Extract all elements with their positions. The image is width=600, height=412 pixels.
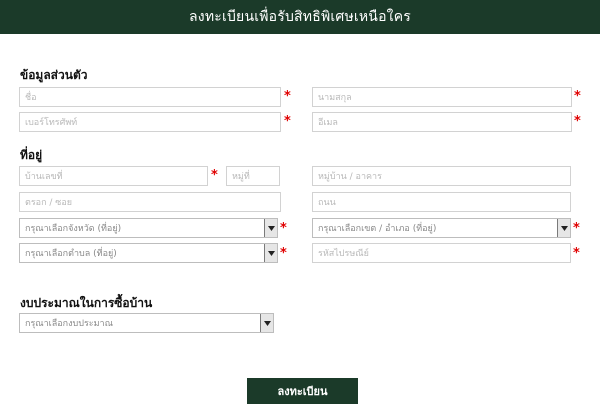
first-name-input[interactable]: ชื่อ <box>19 87 281 107</box>
page-title: ลงทะเบียนเพื่อรับสิทธิพิเศษเหนือใคร <box>189 9 411 25</box>
budget-select-value: กรุณาเลือกงบประมาณ <box>25 319 113 329</box>
address-heading: ที่อยู่ <box>20 148 43 162</box>
chevron-down-icon[interactable] <box>264 219 277 237</box>
personal-info-heading: ข้อมูลส่วนตัว <box>20 68 88 82</box>
chevron-down-icon[interactable] <box>260 314 273 332</box>
required-mark: * <box>284 114 291 129</box>
required-mark: * <box>573 246 580 261</box>
required-mark: * <box>280 221 287 236</box>
phone-input[interactable]: เบอร์โทรศัพท์ <box>19 112 281 132</box>
required-mark: * <box>211 168 218 183</box>
subdistrict-select-value: กรุณาเลือกตำบล (ที่อยู่) <box>25 249 117 259</box>
district-select[interactable]: กรุณาเลือกเขต / อำเภอ (ที่อยู่) <box>312 218 571 238</box>
page-header: ลงทะเบียนเพื่อรับสิทธิพิเศษเหนือใคร <box>0 0 600 34</box>
budget-heading: งบประมาณในการซื้อบ้าน <box>20 296 153 310</box>
required-mark: * <box>284 89 291 104</box>
road-input[interactable]: ถนน <box>312 192 571 212</box>
chevron-down-icon[interactable] <box>264 244 277 262</box>
last-name-input[interactable]: นามสกุล <box>312 87 572 107</box>
register-button[interactable]: ลงทะเบียน <box>247 378 358 404</box>
district-select-value: กรุณาเลือกเขต / อำเภอ (ที่อยู่) <box>318 224 437 234</box>
house-number-input[interactable]: บ้านเลขที่ <box>19 166 208 186</box>
budget-select[interactable]: กรุณาเลือกงบประมาณ <box>19 313 274 333</box>
required-mark: * <box>280 246 287 261</box>
email-input[interactable]: อีเมล <box>312 112 572 132</box>
postcode-input[interactable]: รหัสไปรษณีย์ <box>312 243 571 263</box>
required-mark: * <box>573 221 580 236</box>
subdistrict-select[interactable]: กรุณาเลือกตำบล (ที่อยู่) <box>19 243 278 263</box>
required-mark: * <box>574 114 581 129</box>
chevron-down-icon[interactable] <box>557 219 570 237</box>
moo-input[interactable]: หมู่ที่ <box>226 166 280 186</box>
province-select[interactable]: กรุณาเลือกจังหวัด (ที่อยู่) <box>19 218 278 238</box>
village-input[interactable]: หมู่บ้าน / อาคาร <box>312 166 571 186</box>
province-select-value: กรุณาเลือกจังหวัด (ที่อยู่) <box>25 224 122 234</box>
required-mark: * <box>574 89 581 104</box>
soi-input[interactable]: ตรอก / ซอย <box>19 192 281 212</box>
